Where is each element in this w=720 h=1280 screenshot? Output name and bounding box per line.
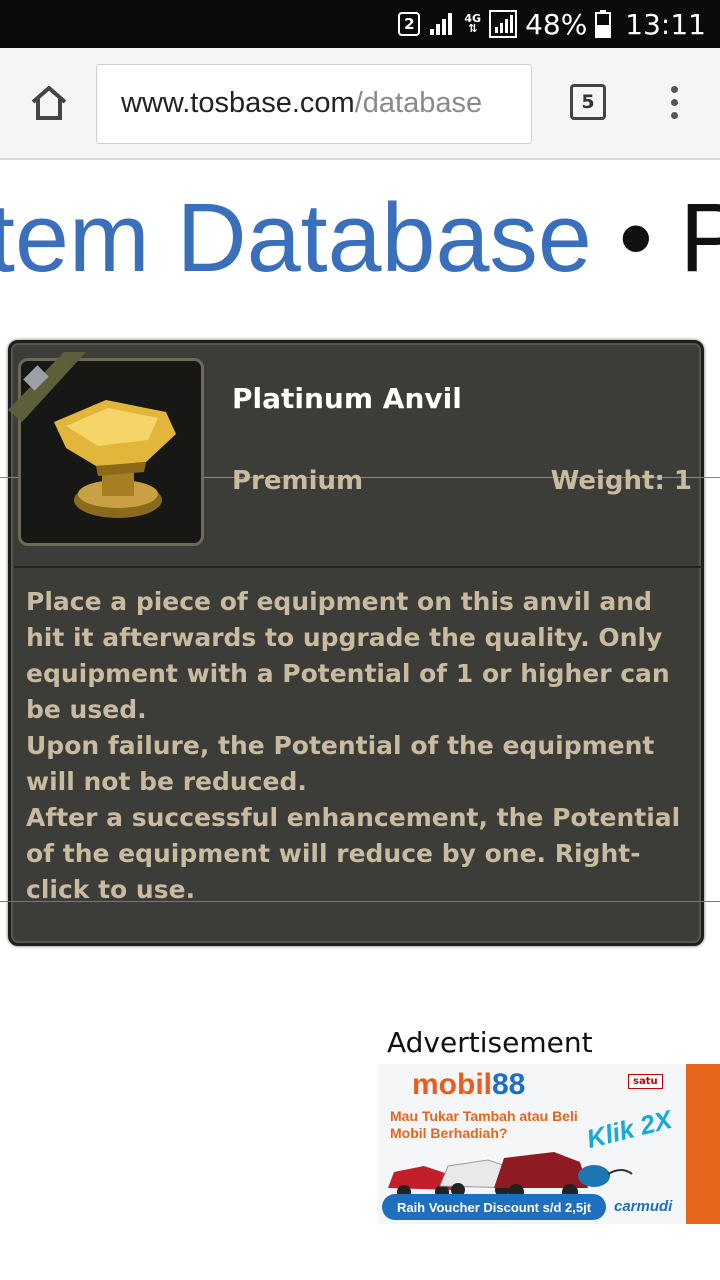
signal-icon <box>430 13 453 35</box>
item-description: Place a piece of equipment on this anvil… <box>26 584 696 908</box>
ad-partner-logo: satu <box>628 1074 663 1089</box>
ad-brand-logo: mobil88 <box>412 1068 526 1101</box>
home-button[interactable] <box>24 78 74 128</box>
url-host: www.tosbase.com <box>121 87 355 119</box>
advertisement-label: Advertisement <box>387 1026 593 1059</box>
clock: 13:11 <box>625 7 706 41</box>
description-line: Place a piece of equipment on this anvil… <box>26 587 670 724</box>
signal-box-icon <box>489 10 518 38</box>
breadcrumb-next: P <box>679 183 720 292</box>
ad-cta: Klik 2X <box>583 1103 675 1155</box>
ad-sponsor-logo: carmudi <box>614 1198 673 1215</box>
ad-voucher-pill: Raih Voucher Discount s/d 2,5jt <box>382 1194 606 1220</box>
item-name: Platinum Anvil <box>232 382 462 415</box>
url-path: /database <box>354 87 483 119</box>
tabs-button[interactable]: 5 <box>570 84 606 120</box>
breadcrumb-separator: • <box>591 183 680 292</box>
battery-percent: 48% <box>525 7 588 41</box>
description-line: After a successful enhancement, the Pote… <box>26 803 681 904</box>
sim-slot-badge: 2 <box>398 12 421 36</box>
mouse-icon <box>578 1165 633 1187</box>
description-line: Upon failure, the Potential of the equip… <box>26 731 655 796</box>
page-heading: tem Database • P <box>0 178 720 298</box>
tab-count: 5 <box>581 91 595 113</box>
url-bar[interactable]: www.tosbase.com/database <box>96 64 532 144</box>
network-type-label: 4G ⇅ <box>464 12 482 35</box>
browser-toolbar: www.tosbase.com/database 5 <box>0 48 720 160</box>
ad-side-strip <box>686 1064 720 1224</box>
strap-icon <box>8 352 86 422</box>
ad-banner[interactable]: mobil88 satu Mau Tukar Tambah atau Beli … <box>378 1064 720 1224</box>
item-grade: Premium <box>232 466 364 496</box>
overflow-menu-icon[interactable] <box>666 86 682 126</box>
home-icon <box>31 86 67 120</box>
breadcrumb-database-link[interactable]: tem Database <box>0 183 592 292</box>
card-divider <box>14 566 704 568</box>
item-weight: Weight: 1 <box>550 466 692 496</box>
status-bar: 2 4G ⇅ 48% 13:11 <box>0 0 720 48</box>
battery-icon <box>595 10 612 38</box>
